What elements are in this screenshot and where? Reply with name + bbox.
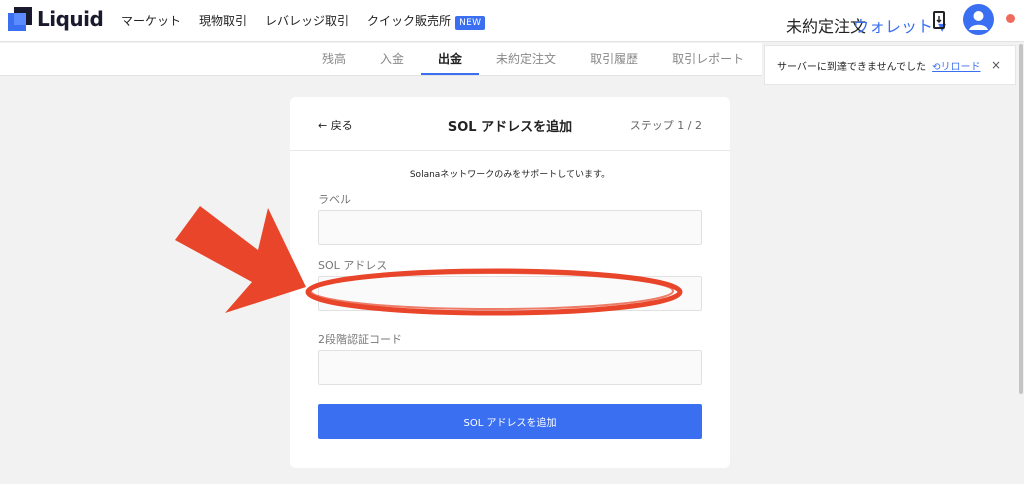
add-sol-address-button[interactable]: SOL アドレスを追加: [318, 404, 702, 439]
nav-item-quick-exchange[interactable]: クイック販売所 NEW: [367, 12, 486, 30]
add-address-card: ← 戻る SOL アドレスを追加 ステップ 1 / 2 Solanaネットワーク…: [290, 97, 730, 468]
funds-tab-bar: 残高 入金 出金 未約定注文 取引履歴 取引レポート: [0, 43, 762, 76]
logo-text: Liquid: [37, 7, 104, 31]
mobile-app-icon[interactable]: [933, 11, 945, 29]
toast-close-button[interactable]: ×: [991, 58, 1001, 72]
sol-address-input[interactable]: [318, 276, 702, 311]
nav-item-quick-exchange-label: クイック販売所: [367, 14, 452, 28]
twofa-field-label: 2段階認証コード: [318, 333, 402, 346]
download-arrow-icon: [936, 16, 942, 23]
nav-item-leverage-trading[interactable]: レバレッジ取引: [265, 12, 349, 29]
card-header: ← 戻る SOL アドレスを追加 ステップ 1 / 2: [290, 97, 730, 151]
nav-item-market[interactable]: マーケット: [121, 12, 181, 29]
nav-item-spot-trading[interactable]: 現物取引: [199, 12, 247, 29]
user-icon: [969, 11, 988, 30]
new-badge: NEW: [455, 16, 486, 30]
tab-deposit[interactable]: 入金: [363, 43, 421, 75]
tab-trade-history[interactable]: 取引履歴: [573, 43, 655, 75]
tab-open-orders[interactable]: 未約定注文: [479, 43, 573, 75]
twofa-code-input[interactable]: [318, 350, 702, 385]
funds-tabs: 残高 入金 出金 未約定注文 取引履歴 取引レポート: [305, 43, 761, 75]
tab-balance[interactable]: 残高: [305, 43, 363, 75]
server-error-toast: サーバーに到達できませんでした ⟲リロード ×: [764, 45, 1016, 85]
red-arrow-annotation: [175, 206, 306, 313]
toast-message: サーバーに到達できませんでした: [777, 61, 927, 73]
label-input[interactable]: [318, 210, 702, 245]
main-nav: マーケット 現物取引 レバレッジ取引 クイック販売所 NEW: [121, 12, 503, 30]
page-scrollbar-thumb[interactable]: [1019, 44, 1023, 394]
label-field-label: ラベル: [318, 193, 351, 206]
step-indicator: ステップ 1 / 2: [629, 119, 702, 132]
notification-dot: [1006, 14, 1015, 23]
user-avatar[interactable]: [963, 4, 994, 35]
reload-link[interactable]: ⟲リロード: [932, 58, 980, 73]
liquid-logo-icon: [8, 7, 32, 31]
tab-withdraw[interactable]: 出金: [421, 43, 480, 75]
sol-address-field-label: SOL アドレス: [318, 259, 388, 272]
top-navigation-bar: Liquid マーケット 現物取引 レバレッジ取引 クイック販売所 NEW 未約定…: [0, 0, 1024, 42]
tab-trade-report[interactable]: 取引レポート: [655, 43, 761, 75]
network-notice: Solanaネットワークのみをサポートしています。: [409, 170, 611, 180]
liquid-logo[interactable]: Liquid: [8, 7, 104, 31]
